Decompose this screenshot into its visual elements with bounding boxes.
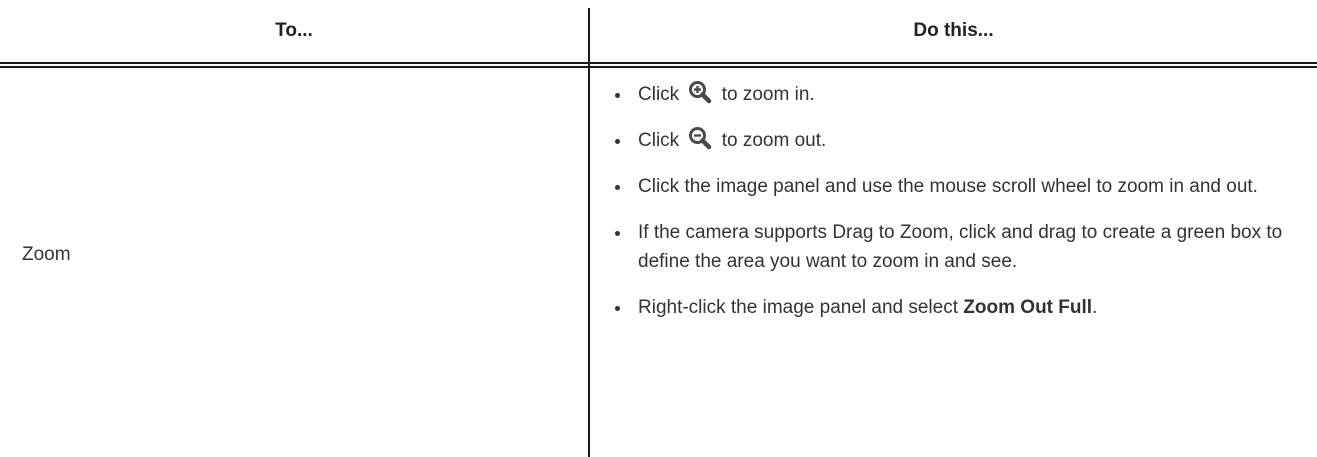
column-divider [588, 8, 590, 457]
zoom-out-icon[interactable] [688, 126, 712, 150]
step-zoom-in-suffix: to zoom in. [721, 84, 815, 105]
step-zoom-out-prefix: Click [638, 130, 680, 151]
header-to: To... [275, 20, 313, 41]
zoom-in-icon[interactable] [688, 80, 712, 104]
action-zoom: Zoom [22, 244, 71, 265]
header-rule-bottom [0, 66, 1317, 68]
zoom-instructions-table: To... Do this... Zoom Click to zoom in. … [0, 0, 1317, 457]
zoom-steps-list: Click to zoom in. Click to zoom out. Cli… [612, 80, 1302, 339]
step-zoom-out-suffix: to zoom out. [721, 130, 827, 151]
step-zoom-in: Click to zoom in. [612, 80, 1302, 109]
step-scroll-wheel: Click the image panel and use the mouse … [612, 172, 1302, 201]
step-zoom-out-full-suffix: . [1092, 297, 1098, 318]
step-zoom-out-full-prefix: Right-click the image panel and select [638, 297, 959, 318]
step-zoom-out: Click to zoom out. [612, 126, 1302, 155]
step-zoom-out-full: Right-click the image panel and select Z… [612, 293, 1302, 322]
menu-item-zoom-out-full: Zoom Out Full [963, 297, 1093, 318]
step-drag-to-zoom: If the camera supports Drag to Zoom, cli… [612, 218, 1302, 276]
header-do-this: Do this... [913, 20, 994, 41]
step-zoom-in-prefix: Click [638, 84, 680, 105]
header-rule-top [0, 62, 1317, 64]
